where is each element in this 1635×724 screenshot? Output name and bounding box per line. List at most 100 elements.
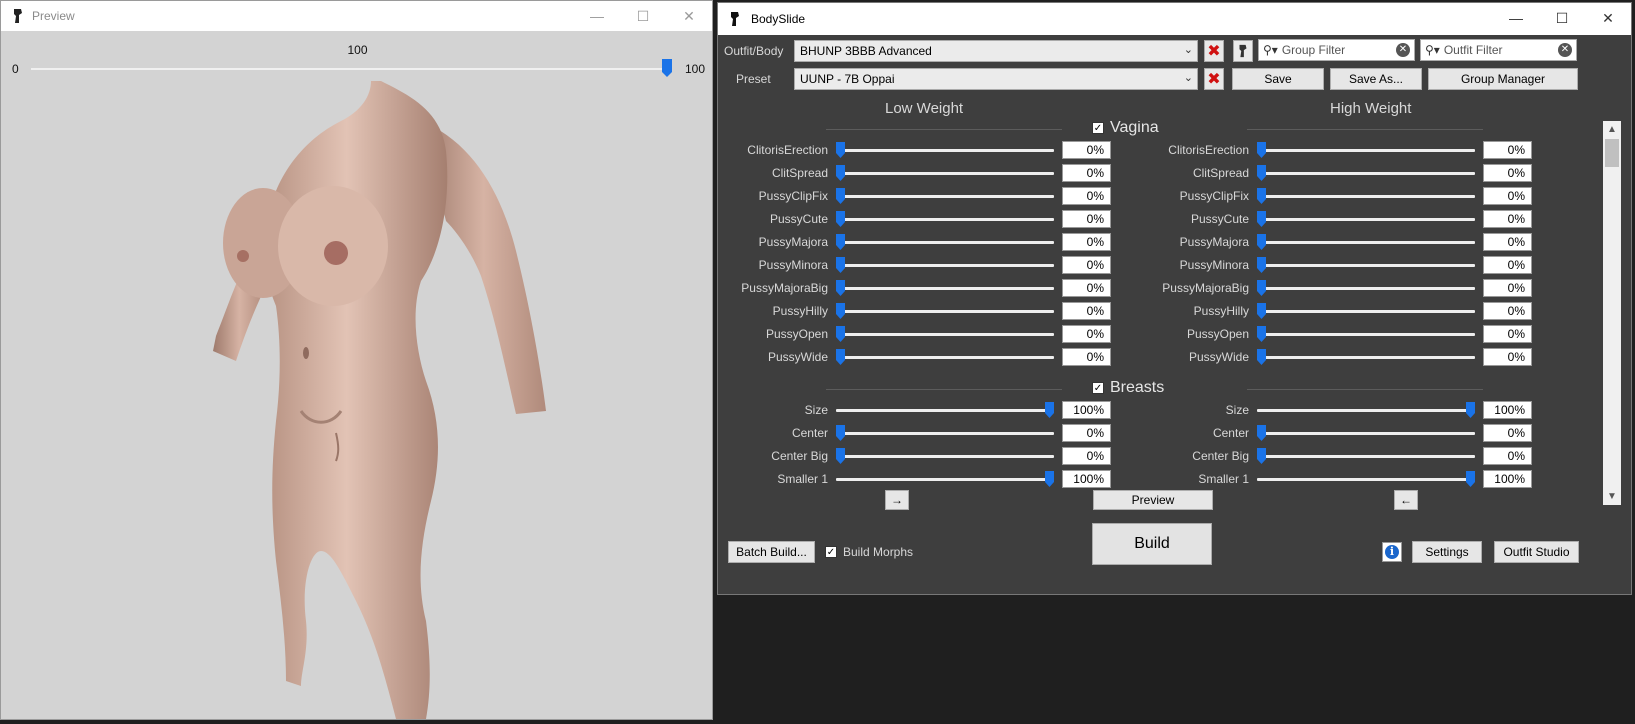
slider-thumb-low[interactable] (836, 211, 845, 227)
checkmark-icon[interactable]: ✓ (825, 546, 837, 558)
slider-track-low[interactable] (836, 149, 1054, 152)
info-button[interactable]: i (1382, 542, 1402, 562)
slider-track-low[interactable] (836, 356, 1054, 359)
slider-value-high[interactable]: 0% (1483, 164, 1532, 182)
copy-high-to-low-button[interactable]: ← (1394, 490, 1418, 510)
slider-thumb-high[interactable] (1466, 471, 1475, 487)
slider-thumb-low[interactable] (836, 257, 845, 273)
slider-track-high[interactable] (1257, 310, 1475, 313)
slider-value-low[interactable]: 0% (1062, 233, 1111, 251)
preset-combobox[interactable]: UUNP - 7B Oppai ⌄ (794, 68, 1198, 90)
slider-thumb-low[interactable] (1045, 471, 1054, 487)
slider-track-low[interactable] (836, 478, 1054, 481)
slider-value-high[interactable]: 0% (1483, 447, 1532, 465)
slider-track-low[interactable] (836, 218, 1054, 221)
slider-thumb-high[interactable] (1257, 425, 1266, 441)
slider-track-high[interactable] (1257, 195, 1475, 198)
maximize-icon[interactable]: ☐ (620, 1, 666, 31)
slider-track-low[interactable] (836, 241, 1054, 244)
slider-value-high[interactable]: 0% (1483, 187, 1532, 205)
slider-value-high[interactable]: 0% (1483, 210, 1532, 228)
slider-thumb-high[interactable] (1257, 303, 1266, 319)
slider-track-low[interactable] (836, 195, 1054, 198)
slider-value-low[interactable]: 0% (1062, 279, 1111, 297)
slider-value-low[interactable]: 100% (1062, 401, 1111, 419)
slider-thumb-high[interactable] (1257, 165, 1266, 181)
slider-track-low[interactable] (836, 333, 1054, 336)
slider-value-low[interactable]: 100% (1062, 470, 1111, 488)
outfit-studio-shortcut-button[interactable] (1233, 40, 1253, 62)
outfit-filter-input[interactable]: ⚲▾ Outfit Filter ✕ (1420, 39, 1577, 61)
slider-thumb-high[interactable] (1257, 142, 1266, 158)
slider-value-high[interactable]: 0% (1483, 424, 1532, 442)
slider-track-low[interactable] (836, 432, 1054, 435)
slider-track-high[interactable] (1257, 455, 1475, 458)
copy-low-to-high-button[interactable]: → (885, 490, 909, 510)
slider-value-low[interactable]: 0% (1062, 164, 1111, 182)
build-button[interactable]: Build (1092, 523, 1212, 565)
slider-track-high[interactable] (1257, 149, 1475, 152)
group-filter-input[interactable]: ⚲▾ Group Filter ✕ (1258, 39, 1415, 61)
slider-thumb-high[interactable] (1257, 280, 1266, 296)
slider-track-high[interactable] (1257, 241, 1475, 244)
slider-value-low[interactable]: 0% (1062, 210, 1111, 228)
slider-thumb-low[interactable] (836, 280, 845, 296)
slider-thumb-low[interactable] (836, 448, 845, 464)
slider-thumb-low[interactable] (836, 425, 845, 441)
maximize-icon[interactable]: ☐ (1539, 3, 1585, 33)
slider-thumb-low[interactable] (836, 326, 845, 342)
slider-thumb-low[interactable] (836, 142, 845, 158)
slider-track-high[interactable] (1257, 409, 1475, 412)
slider-track-high[interactable] (1257, 264, 1475, 267)
slider-track-low[interactable] (836, 264, 1054, 267)
checkmark-icon[interactable]: ✓ (1092, 122, 1104, 134)
settings-button[interactable]: Settings (1412, 541, 1482, 563)
slider-track-high[interactable] (1257, 356, 1475, 359)
preview-button[interactable]: Preview (1093, 490, 1213, 510)
slider-value-low[interactable]: 0% (1062, 424, 1111, 442)
clear-icon[interactable]: ✕ (1558, 43, 1572, 57)
slider-thumb-low[interactable] (836, 234, 845, 250)
slider-track-high[interactable] (1257, 432, 1475, 435)
slider-value-high[interactable]: 0% (1483, 325, 1532, 343)
checkmark-icon[interactable]: ✓ (1092, 382, 1104, 394)
close-icon[interactable]: ✕ (1585, 3, 1631, 33)
slider-value-high[interactable]: 0% (1483, 302, 1532, 320)
scroll-down-icon[interactable]: ▼ (1603, 488, 1621, 505)
slider-thumb-low[interactable] (1045, 402, 1054, 418)
slider-thumb-low[interactable] (836, 188, 845, 204)
group-manager-button[interactable]: Group Manager (1428, 68, 1578, 90)
slider-thumb-low[interactable] (836, 349, 845, 365)
slider-track-high[interactable] (1257, 287, 1475, 290)
clear-outfit-button[interactable]: ✖ (1204, 40, 1224, 62)
slider-value-low[interactable]: 0% (1062, 302, 1111, 320)
close-icon[interactable]: ✕ (666, 1, 712, 31)
clear-icon[interactable]: ✕ (1396, 43, 1410, 57)
group-header-vagina[interactable]: ✓ Vagina (1092, 121, 1159, 137)
zoom-slider-track[interactable] (31, 68, 671, 70)
slider-track-low[interactable] (836, 409, 1054, 412)
slider-track-low[interactable] (836, 287, 1054, 290)
slider-value-low[interactable]: 0% (1062, 187, 1111, 205)
slider-value-high[interactable]: 0% (1483, 256, 1532, 274)
clear-preset-button[interactable]: ✖ (1204, 68, 1224, 90)
slider-thumb-high[interactable] (1257, 234, 1266, 250)
slider-value-high[interactable]: 0% (1483, 348, 1532, 366)
slider-value-high[interactable]: 100% (1483, 401, 1532, 419)
slider-value-low[interactable]: 0% (1062, 348, 1111, 366)
slider-thumb-high[interactable] (1257, 326, 1266, 342)
slider-thumb-high[interactable] (1466, 402, 1475, 418)
slider-thumb-high[interactable] (1257, 349, 1266, 365)
slider-track-low[interactable] (836, 172, 1054, 175)
scroll-up-icon[interactable]: ▲ (1603, 121, 1621, 138)
slider-value-high[interactable]: 0% (1483, 141, 1532, 159)
slider-value-low[interactable]: 0% (1062, 325, 1111, 343)
model-viewport[interactable] (1, 81, 712, 719)
slider-value-low[interactable]: 0% (1062, 256, 1111, 274)
slider-track-high[interactable] (1257, 218, 1475, 221)
slider-track-high[interactable] (1257, 172, 1475, 175)
slider-value-low[interactable]: 0% (1062, 141, 1111, 159)
outfit-combobox[interactable]: BHUNP 3BBB Advanced ⌄ (794, 40, 1198, 62)
slider-thumb-high[interactable] (1257, 448, 1266, 464)
minimize-icon[interactable]: — (574, 1, 620, 31)
